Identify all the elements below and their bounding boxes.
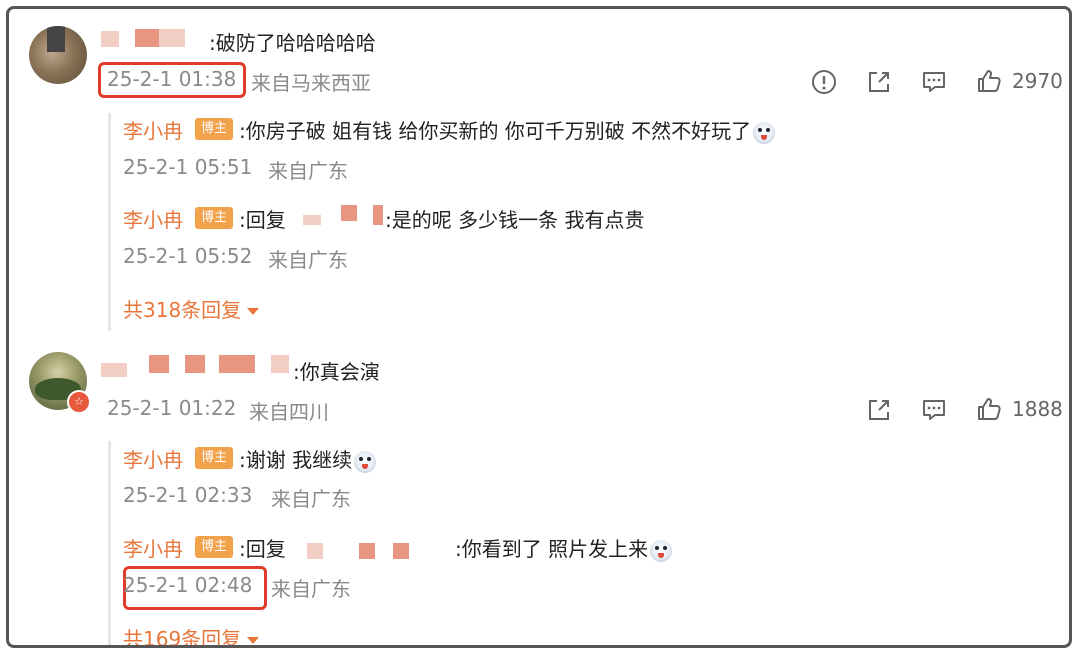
redacted-username [271,355,289,373]
comment-location: 来自马来西亚 [251,71,371,95]
redacted-username [359,543,375,559]
reply-time: 25-2-1 02:48 [123,573,253,597]
reply-author[interactable]: 李小冉 [123,444,183,473]
redacted-username [373,205,383,225]
share-icon[interactable] [865,396,893,424]
caret-down-icon [247,637,260,644]
like-icon[interactable] [975,395,1003,423]
reply-prefix: :回复 [239,537,286,561]
reply-location: 来自广东 [271,487,351,511]
reply-time: 25-2-1 02:33 [123,483,253,507]
emoji-icon [650,539,673,562]
comment-text: :破防了哈哈哈哈哈 [209,31,376,55]
comment-panel: :破防了哈哈哈哈哈 25-2-1 01:38 来自马来西亚 2970 李小冉 博… [6,6,1072,648]
reply-location: 来自广东 [271,577,351,601]
comment-time: 25-2-1 01:22 [107,396,237,420]
author-badge: 博主 [195,536,233,558]
redacted-username [101,363,127,377]
author-badge: 博主 [195,207,233,229]
redacted-username [149,355,169,373]
redacted-username [185,355,205,373]
comment-icon[interactable] [920,396,948,424]
reply-rail [108,113,111,331]
reply-prefix: :回复 [239,208,286,232]
redacted-username [393,543,409,559]
redacted-username [341,205,357,221]
comment-time: 25-2-1 01:38 [107,67,237,91]
redacted-username [219,355,255,373]
avatar[interactable] [29,26,87,84]
reply-time: 25-2-1 05:52 [123,244,253,268]
like-count: 1888 [1012,397,1063,421]
reply-text: :谢谢 我继续 [239,444,377,473]
reply-location: 来自广东 [268,248,348,272]
redacted-username [101,31,119,47]
reply-author[interactable]: 李小冉 [123,533,183,562]
comment-icon[interactable] [920,68,948,96]
more-replies-link[interactable]: 共318条回复 [123,294,260,323]
comment-text: :你真会演 [293,360,380,384]
verified-badge-icon: ☆ [67,390,91,414]
report-icon[interactable] [810,68,838,96]
like-count: 2970 [1012,69,1063,93]
redacted-username [159,29,185,47]
reply-author[interactable]: 李小冉 [123,204,183,233]
emoji-icon [753,121,776,144]
reply-rail [108,441,111,645]
reply-text: :是的呢 多少钱一条 我有点贵 [385,208,645,232]
share-icon[interactable] [865,68,893,96]
like-icon[interactable] [975,67,1003,95]
more-replies-link[interactable]: 共169条回复 [123,623,260,645]
emoji-icon [354,450,377,473]
redacted-username [307,543,323,559]
reply-author[interactable]: 李小冉 [123,115,183,144]
reply-time: 25-2-1 05:51 [123,155,253,179]
redacted-username [135,29,159,47]
redacted-username [303,215,321,225]
reply-location: 来自广东 [268,159,348,183]
comment-location: 来自四川 [249,400,329,424]
reply-text: :你看到了 照片发上来 [455,533,673,562]
reply-text: :你房子破 姐有钱 给你买新的 你可千万别破 不然不好玩了 [239,115,776,144]
caret-down-icon [247,308,260,315]
author-badge: 博主 [195,118,233,140]
author-badge: 博主 [195,447,233,469]
